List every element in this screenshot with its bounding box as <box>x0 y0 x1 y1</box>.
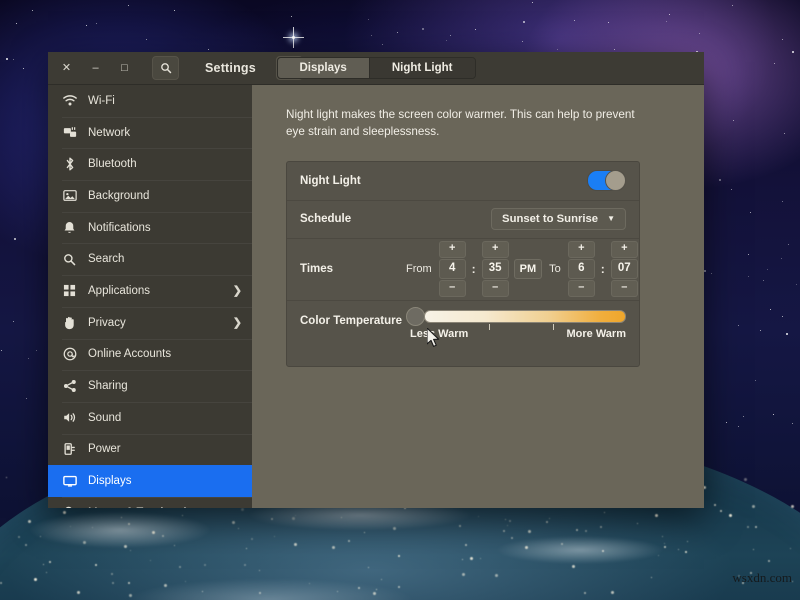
search-icon <box>62 252 77 267</box>
from-minute-decrement[interactable]: – <box>482 280 509 297</box>
row-times: Times From + 4 – : + <box>287 238 639 300</box>
to-label: To <box>547 263 563 275</box>
schedule-value: Sunset to Sunrise <box>502 213 598 225</box>
toggle-knob <box>605 170 626 191</box>
sidebar-item-label: Applications <box>88 285 222 297</box>
power-plug-icon <box>62 442 77 457</box>
sidebar-item-label: Privacy <box>88 317 222 329</box>
mouse-icon <box>62 505 77 508</box>
sidebar-item-network[interactable]: Network <box>48 117 252 149</box>
panel-description: Night light makes the screen color warme… <box>286 107 638 141</box>
time-controls: From + 4 – : + 35 – <box>404 241 640 297</box>
tab-displays[interactable]: Displays <box>278 58 370 78</box>
sidebar-item-label: Displays <box>88 475 242 487</box>
sidebar-item-mouse-touchpad[interactable]: Mouse & Touchpad <box>48 497 252 508</box>
sidebar-item-label: Sharing <box>88 380 242 392</box>
night-light-panel: Night light makes the screen color warme… <box>252 85 704 508</box>
to-hour-stepper[interactable]: + 6 – <box>568 241 595 297</box>
sidebar-item-search[interactable]: Search <box>48 243 252 275</box>
from-minute-stepper[interactable]: + 35 – <box>482 241 509 297</box>
chevron-right-icon: ❯ <box>233 284 242 297</box>
night-light-toggle[interactable] <box>587 170 626 191</box>
settings-card: Night Light Schedule Sunset to Sunrise ▼ <box>286 161 640 367</box>
monitor-icon <box>62 474 77 489</box>
search-icon[interactable] <box>152 56 179 80</box>
view-tabs: Displays Night Light <box>277 57 476 79</box>
chevron-right-icon: ❯ <box>233 316 242 329</box>
sidebar-item-displays[interactable]: Displays <box>48 465 252 497</box>
to-minute-increment[interactable]: + <box>611 241 638 258</box>
row-night-light: Night Light <box>287 162 639 200</box>
sidebar-item-label: Sound <box>88 412 242 424</box>
from-label: From <box>404 263 434 275</box>
color-temperature-label: Color Temperature <box>300 310 404 327</box>
sidebar-item-wi-fi[interactable]: Wi-Fi <box>48 85 252 117</box>
schedule-label: Schedule <box>300 213 404 225</box>
hand-icon <box>62 315 77 330</box>
sidebar-item-applications[interactable]: Applications ❯ <box>48 275 252 307</box>
to-minute-stepper[interactable]: + 07 – <box>611 241 638 297</box>
sidebar-item-label: Power <box>88 443 242 455</box>
slider-ticks <box>424 323 626 331</box>
from-hour-increment[interactable]: + <box>439 241 466 258</box>
at-sign-icon <box>62 347 77 362</box>
to-minute-value[interactable]: 07 <box>611 259 638 279</box>
sidebar-item-privacy[interactable]: Privacy ❯ <box>48 307 252 339</box>
sidebar-item-label: Network <box>88 127 242 139</box>
from-hour-stepper[interactable]: + 4 – <box>439 241 466 297</box>
sidebar-item-notifications[interactable]: Notifications <box>48 212 252 244</box>
settings-window: ✕ – □ Settings Displays Night Light Wi-F… <box>48 52 704 508</box>
night-light-label: Night Light <box>300 175 404 187</box>
to-hour-value[interactable]: 6 <box>568 259 595 279</box>
speaker-icon <box>62 410 77 425</box>
grid-icon <box>62 283 77 298</box>
sidebar-item-label: Background <box>88 190 242 202</box>
row-color-temperature: Color Temperature Less Warm More Warm <box>287 300 639 366</box>
bell-icon <box>62 220 77 235</box>
from-ampm-toggle[interactable]: PM <box>514 259 543 279</box>
sidebar-item-label: Bluetooth <box>88 158 242 170</box>
wifi-icon <box>62 93 77 108</box>
sidebar-item-sound[interactable]: Sound <box>48 402 252 434</box>
from-time-colon: : <box>471 262 477 276</box>
sidebar-item-power[interactable]: Power <box>48 434 252 466</box>
minimize-icon[interactable]: – <box>88 61 103 76</box>
close-icon[interactable]: ✕ <box>59 61 74 76</box>
mouse-cursor <box>427 328 440 347</box>
to-minute-decrement[interactable]: – <box>611 280 638 297</box>
row-schedule: Schedule Sunset to Sunrise ▼ <box>287 200 639 238</box>
from-hour-value[interactable]: 4 <box>439 259 466 279</box>
sidebar-item-label: Notifications <box>88 222 242 234</box>
from-hour-decrement[interactable]: – <box>439 280 466 297</box>
sidebar-item-label: Mouse & Touchpad <box>88 507 242 508</box>
to-hour-increment[interactable]: + <box>568 241 595 258</box>
network-icon <box>62 125 77 140</box>
image-icon <box>62 188 77 203</box>
to-hour-decrement[interactable]: – <box>568 280 595 297</box>
maximize-icon[interactable]: □ <box>117 61 132 76</box>
to-time-colon: : <box>600 262 606 276</box>
tab-night-light[interactable]: Night Light <box>370 58 475 78</box>
sidebar-item-background[interactable]: Background <box>48 180 252 212</box>
bright-star <box>292 36 295 39</box>
sidebar-item-label: Online Accounts <box>88 348 242 360</box>
watermark: wsxdn.com <box>732 570 792 586</box>
sidebar-item-label: Wi-Fi <box>88 95 242 107</box>
sidebar-item-bluetooth[interactable]: Bluetooth <box>48 148 252 180</box>
window-titlebar: ✕ – □ Settings Displays Night Light <box>48 52 704 85</box>
sidebar-item-label: Search <box>88 253 242 265</box>
window-title: Settings <box>205 61 256 75</box>
schedule-dropdown[interactable]: Sunset to Sunrise ▼ <box>491 208 626 230</box>
from-minute-increment[interactable]: + <box>482 241 509 258</box>
times-label: Times <box>300 263 404 275</box>
from-minute-value[interactable]: 35 <box>482 259 509 279</box>
settings-sidebar[interactable]: Wi-Fi Network Bluetooth Background Notificat… <box>48 85 252 508</box>
sidebar-item-sharing[interactable]: Sharing <box>48 370 252 402</box>
bluetooth-icon <box>62 157 77 172</box>
sidebar-item-online-accounts[interactable]: Online Accounts <box>48 339 252 371</box>
share-icon <box>62 379 77 394</box>
chevron-down-icon: ▼ <box>607 214 615 223</box>
slider-handle[interactable] <box>406 307 425 326</box>
slider-track[interactable] <box>424 310 626 323</box>
